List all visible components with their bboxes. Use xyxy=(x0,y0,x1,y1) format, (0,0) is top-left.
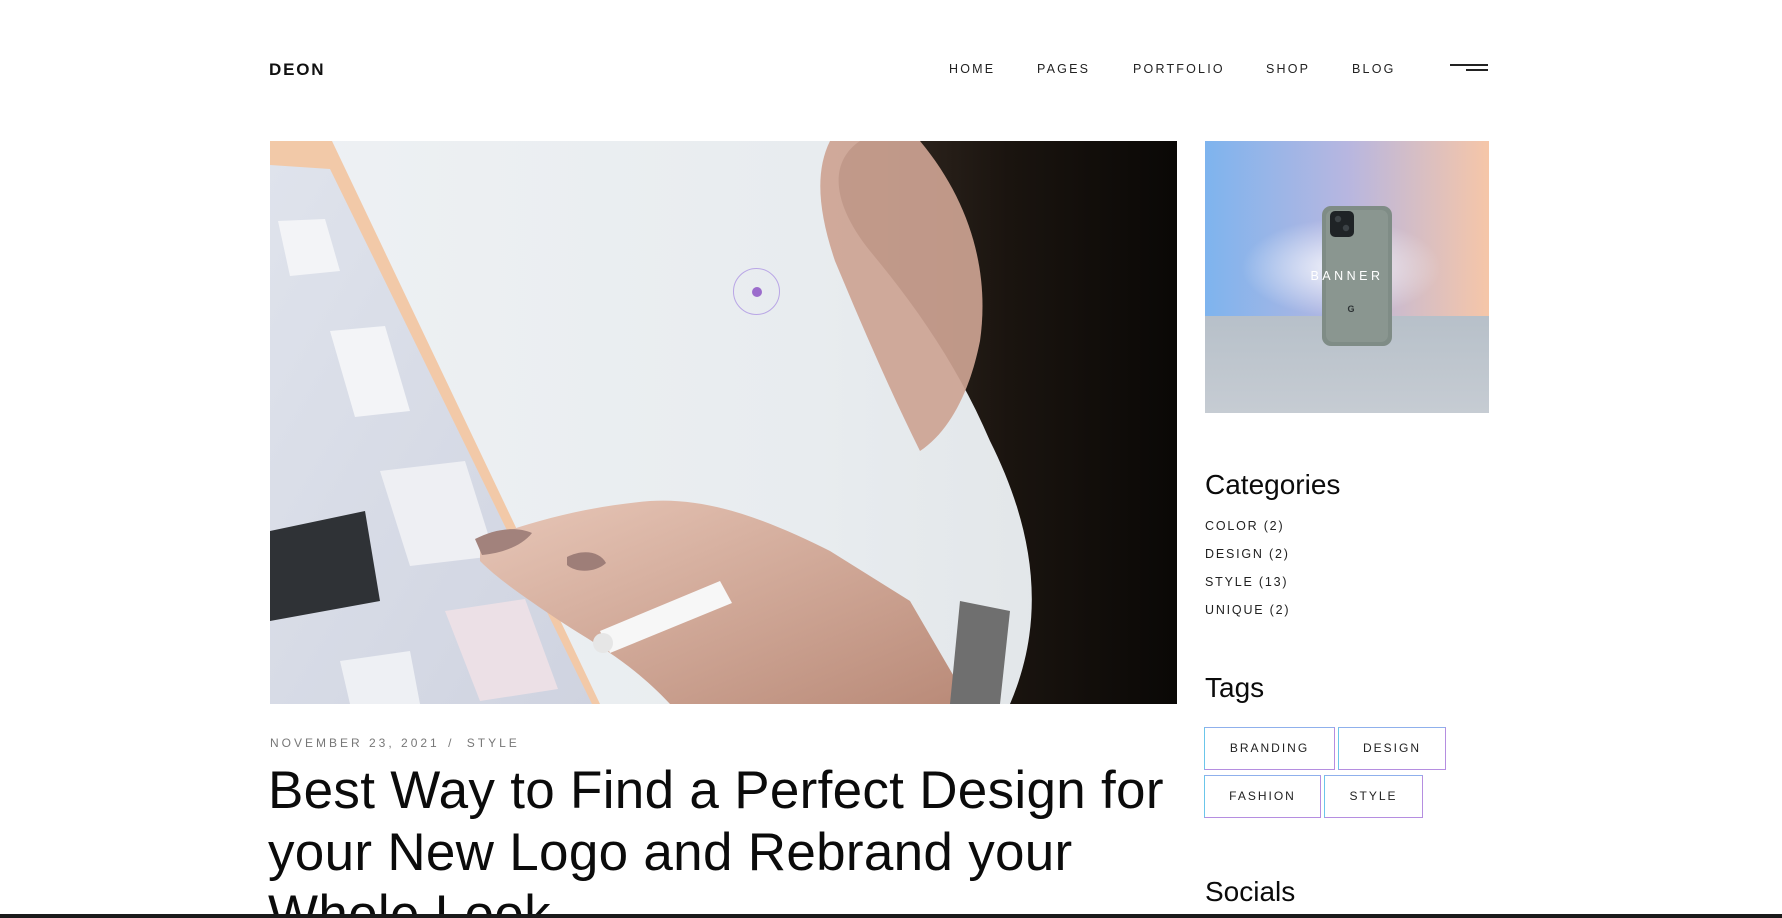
sidebar-banner[interactable]: G BANNER xyxy=(1205,141,1489,413)
nav-shop[interactable]: SHOP xyxy=(1266,62,1310,76)
category-item-style[interactable]: STYLE (13) xyxy=(1205,575,1290,603)
nav-home[interactable]: HOME xyxy=(949,62,995,76)
tag-fashion[interactable]: FASHION xyxy=(1204,775,1321,818)
category-item-design[interactable]: DESIGN (2) xyxy=(1205,547,1290,575)
categories-title: Categories xyxy=(1205,469,1341,500)
category-item-color[interactable]: COLOR (2) xyxy=(1205,519,1290,547)
tag-style[interactable]: STYLE xyxy=(1324,775,1423,818)
nav-portfolio[interactable]: PORTFOLIO xyxy=(1133,62,1225,76)
hamburger-menu-icon[interactable] xyxy=(1450,64,1488,72)
meta-separator: / xyxy=(448,736,455,750)
tag-branding[interactable]: BRANDING xyxy=(1204,727,1335,770)
post-title[interactable]: Best Way to Find a Perfect Design for yo… xyxy=(268,760,1168,918)
custom-cursor-dot xyxy=(752,287,762,297)
post-featured-image[interactable] xyxy=(270,141,1177,704)
tags-title: Tags xyxy=(1205,672,1265,703)
socials-title: Socials xyxy=(1205,876,1296,907)
svg-text:G: G xyxy=(1347,304,1354,314)
tag-design[interactable]: DESIGN xyxy=(1338,727,1446,770)
banner-label: BANNER xyxy=(1310,269,1384,283)
nav-blog[interactable]: BLOG xyxy=(1352,62,1396,76)
site-logo[interactable]: DEON xyxy=(269,60,325,80)
nav-pages[interactable]: PAGES xyxy=(1037,62,1090,76)
categories-list: COLOR (2) DESIGN (2) STYLE (13) UNIQUE (… xyxy=(1205,519,1290,631)
post-meta: NOVEMBER 23, 2021 / STYLE xyxy=(270,736,520,750)
post-date: NOVEMBER 23, 2021 xyxy=(270,736,440,750)
post-category-link[interactable]: STYLE xyxy=(467,736,520,750)
category-item-unique[interactable]: UNIQUE (2) xyxy=(1205,603,1290,631)
page: DEON HOME PAGES PORTFOLIO SHOP BLOG NOVE… xyxy=(0,0,1782,918)
bottom-divider xyxy=(0,914,1782,918)
